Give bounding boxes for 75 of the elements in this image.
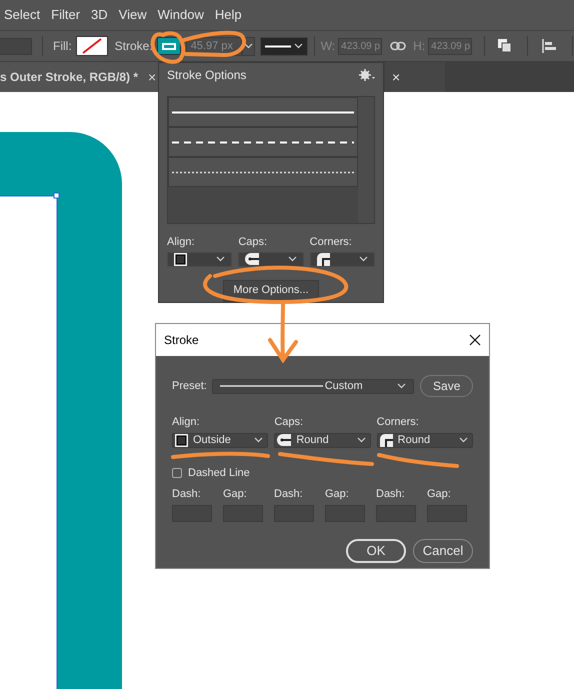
dashed-line-icon xyxy=(172,140,354,144)
stroke-style-item[interactable] xyxy=(168,97,358,127)
dash-field-label: Dash: xyxy=(274,487,304,502)
menu-item[interactable]: Select xyxy=(4,5,40,25)
more-options-button[interactable]: More Options... xyxy=(223,280,319,302)
settings-icon[interactable] xyxy=(359,69,375,81)
dash-field-label: Dash: xyxy=(376,487,406,502)
close-icon[interactable] xyxy=(469,334,481,346)
round-cap-icon xyxy=(277,434,292,446)
dialog-button[interactable]: OK xyxy=(346,538,406,562)
stroke-style-item[interactable] xyxy=(168,127,358,157)
fill-label: Fill: xyxy=(53,38,72,55)
fill-swatch[interactable] xyxy=(76,36,108,56)
solid-line-icon xyxy=(172,110,354,114)
dash-field-label: Gap: xyxy=(223,487,248,502)
menu-item[interactable]: View xyxy=(118,5,147,25)
round-corner-icon xyxy=(380,434,393,446)
checkbox-label: Dashed Line xyxy=(188,466,250,480)
preset-value: Custom xyxy=(324,378,364,394)
tab-close-button[interactable]: × xyxy=(392,66,400,88)
stroke-swatch[interactable] xyxy=(156,37,181,55)
dropdown-value: Outside xyxy=(193,432,232,448)
align-icon[interactable] xyxy=(542,38,558,54)
stroke-dropdown[interactable]: Round xyxy=(376,432,473,448)
dropdown-value: Round xyxy=(398,432,432,448)
dropdown-value: Round xyxy=(296,432,330,448)
stroke-dropdown[interactable] xyxy=(167,252,232,266)
stroke-dropdown[interactable] xyxy=(238,252,304,266)
round-corner-icon xyxy=(316,252,330,266)
chevron-down-icon xyxy=(294,43,303,49)
save-button[interactable]: Save xyxy=(420,375,474,397)
chevron-down-icon xyxy=(356,437,366,443)
select-label: Align: xyxy=(167,235,196,250)
menu-item[interactable]: Help xyxy=(214,5,242,25)
square-outline-icon xyxy=(175,434,188,446)
stroke-dropdown[interactable]: Outside xyxy=(172,432,268,448)
dash-field-label: Gap: xyxy=(427,487,452,502)
chevron-down-icon xyxy=(244,43,253,49)
chevron-down-icon xyxy=(458,437,468,443)
select-label: Caps: xyxy=(274,415,304,430)
stroke-dropdown[interactable]: Round xyxy=(274,432,371,448)
dialog-title: Stroke xyxy=(164,332,199,349)
round-cap-icon xyxy=(245,253,260,265)
select-label: Corners: xyxy=(310,235,353,250)
chevron-down-icon xyxy=(216,256,226,262)
dotted-line-icon xyxy=(172,170,354,174)
document-tab[interactable]: × xyxy=(385,62,445,92)
dash-field-label: Gap: xyxy=(325,487,350,502)
stroke-rectangle-icon xyxy=(162,42,176,50)
menu-item[interactable]: Window xyxy=(158,5,204,25)
tab-title: s Outer Stroke, RGB/8) * xyxy=(0,69,138,86)
solid-line-icon xyxy=(220,385,323,387)
chevron-down-icon xyxy=(397,383,406,389)
dash-field-label: Dash: xyxy=(172,487,202,502)
document-tab[interactable]: s Outer Stroke, RGB/8) * × xyxy=(0,62,158,92)
path-operations-icon[interactable] xyxy=(497,38,514,54)
square-outline-icon xyxy=(174,252,187,266)
tab-close-button[interactable]: × xyxy=(148,66,156,88)
stroke-dropdown[interactable] xyxy=(310,252,375,266)
preset-label: Preset: xyxy=(172,378,208,394)
line-style-dropdown[interactable] xyxy=(260,36,308,56)
select-label: Align: xyxy=(172,415,201,430)
dashed-line-checkbox[interactable] xyxy=(172,468,182,478)
select-label: Corners: xyxy=(376,415,420,430)
menu-item[interactable]: Filter xyxy=(51,5,80,25)
chevron-down-icon xyxy=(358,256,368,262)
panel-title: Stroke Options xyxy=(167,67,246,84)
chevron-down-icon xyxy=(254,437,264,443)
solid-line-icon xyxy=(264,44,291,48)
chevron-down-icon xyxy=(288,256,297,262)
link-icon[interactable] xyxy=(390,41,406,51)
dialog-button[interactable]: Cancel xyxy=(413,538,473,562)
menu-item[interactable]: 3D xyxy=(91,5,108,25)
preset-dropdown[interactable]: Custom xyxy=(212,378,414,394)
select-label: Caps: xyxy=(238,235,268,250)
